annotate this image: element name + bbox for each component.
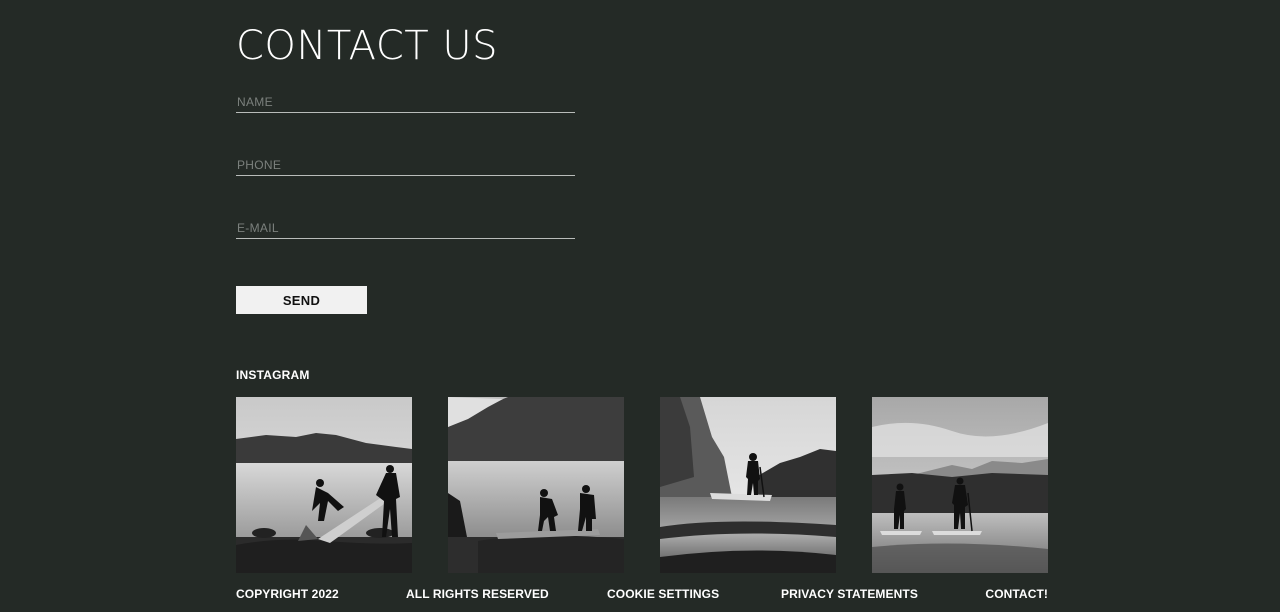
name-field-wrapper	[236, 92, 575, 113]
footer-contact-link[interactable]: CONTACT!	[985, 587, 1048, 601]
photo-lake-shore-image	[236, 397, 412, 573]
footer-nav: COPYRIGHT 2022 ALL RIGHTS RESERVED COOKI…	[236, 587, 1048, 603]
name-input[interactable]	[236, 92, 575, 112]
instagram-photo-1[interactable]	[236, 397, 412, 573]
instagram-photo-2[interactable]	[448, 397, 624, 573]
email-input[interactable]	[236, 218, 575, 238]
photo-forest-paddle-image	[660, 397, 836, 573]
footer-cookie-settings-link[interactable]: COOKIE SETTINGS	[607, 587, 719, 601]
instagram-gallery	[236, 397, 1048, 573]
photo-mountain-paddle-image	[872, 397, 1048, 573]
instagram-heading: INSTAGRAM	[236, 368, 310, 382]
page: CONTACT US SEND INSTAGRAM	[0, 0, 1280, 612]
phone-field-wrapper	[236, 155, 575, 176]
footer-rights-reserved[interactable]: ALL RIGHTS RESERVED	[406, 587, 549, 601]
photo-mountain-lake-image	[448, 397, 624, 573]
phone-input[interactable]	[236, 155, 575, 175]
instagram-photo-4[interactable]	[872, 397, 1048, 573]
page-title: CONTACT US	[236, 23, 499, 69]
instagram-photo-3[interactable]	[660, 397, 836, 573]
footer-copyright[interactable]: COPYRIGHT 2022	[236, 587, 339, 601]
email-field-wrapper	[236, 218, 575, 239]
send-button[interactable]: SEND	[236, 286, 367, 314]
footer-privacy-link[interactable]: PRIVACY STATEMENTS	[781, 587, 918, 601]
